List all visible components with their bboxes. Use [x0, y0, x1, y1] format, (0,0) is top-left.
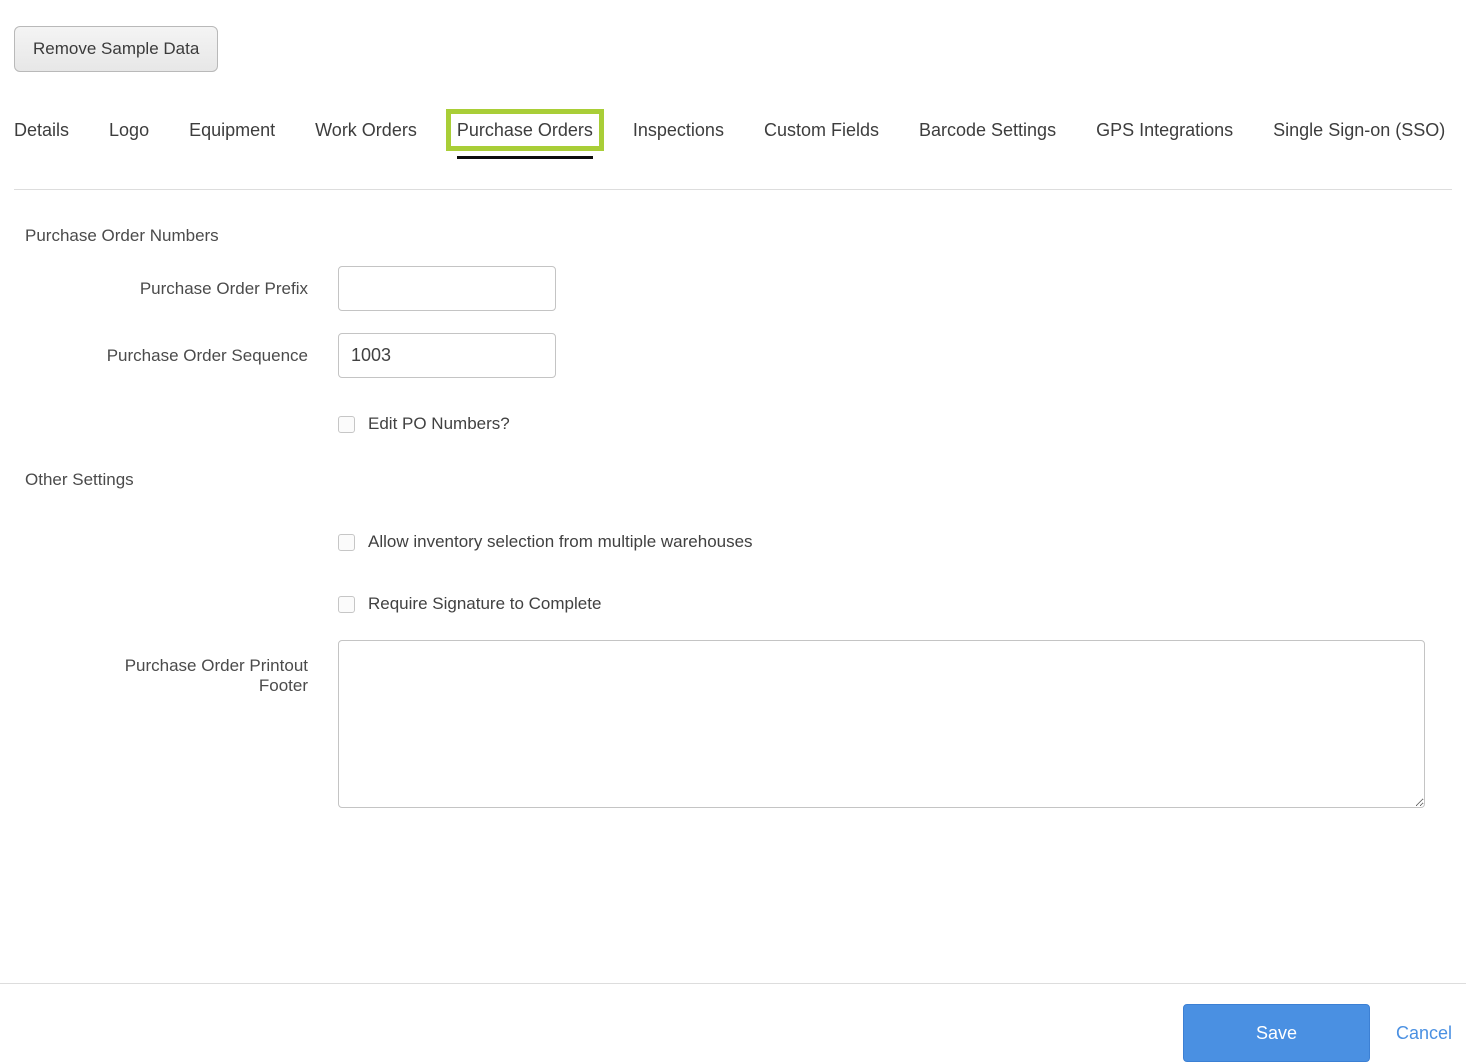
po-sequence-row: Purchase Order Sequence [14, 333, 1452, 378]
settings-page: Remove Sample Data Details Logo Equipmen… [0, 0, 1466, 1062]
save-button[interactable]: Save [1182, 1004, 1370, 1062]
tab-custom-fields[interactable]: Custom Fields [764, 120, 879, 159]
po-prefix-row: Purchase Order Prefix [14, 266, 1452, 311]
printout-footer-row: Purchase Order Printout Footer [14, 640, 1452, 808]
multi-warehouse-label[interactable]: Allow inventory selection from multiple … [368, 532, 753, 552]
po-prefix-input[interactable] [338, 266, 556, 311]
printout-footer-label: Purchase Order Printout Footer [124, 656, 308, 695]
cancel-link[interactable]: Cancel [1396, 1023, 1452, 1044]
printout-footer-textarea[interactable] [338, 640, 1425, 808]
remove-sample-data-button[interactable]: Remove Sample Data [14, 26, 219, 72]
tab-barcode-settings[interactable]: Barcode Settings [919, 120, 1056, 159]
po-sequence-input[interactable] [338, 333, 556, 378]
settings-content: Remove Sample Data Details Logo Equipmen… [0, 0, 1466, 983]
po-sequence-label: Purchase Order Sequence [106, 345, 308, 365]
tab-gps-integrations[interactable]: GPS Integrations [1096, 120, 1233, 159]
section-title-purchase-order-numbers: Purchase Order Numbers [25, 226, 219, 245]
edit-po-numbers-row: Edit PO Numbers? [338, 414, 1452, 434]
tab-equipment[interactable]: Equipment [189, 120, 275, 159]
multi-warehouse-checkbox[interactable] [338, 533, 355, 551]
edit-po-numbers-label[interactable]: Edit PO Numbers? [368, 414, 510, 434]
tab-purchase-orders[interactable]: Purchase Orders [445, 109, 604, 159]
multi-warehouse-row: Allow inventory selection from multiple … [338, 532, 1452, 552]
tabs-divider [14, 189, 1452, 190]
require-signature-row: Require Signature to Complete [338, 594, 1452, 614]
require-signature-checkbox[interactable] [338, 595, 355, 613]
require-signature-label[interactable]: Require Signature to Complete [368, 594, 601, 614]
form-action-bar: Save Cancel [0, 983, 1466, 1062]
po-prefix-label: Purchase Order Prefix [139, 278, 308, 298]
tab-inspections[interactable]: Inspections [633, 120, 724, 159]
tab-single-sign-on[interactable]: Single Sign-on (SSO) [1273, 120, 1445, 159]
tab-details[interactable]: Details [14, 120, 69, 159]
tab-logo[interactable]: Logo [109, 120, 149, 159]
purchase-orders-highlight-box: Purchase Orders [445, 109, 604, 151]
section-title-other-settings: Other Settings [25, 470, 134, 489]
edit-po-numbers-checkbox[interactable] [338, 415, 355, 433]
settings-tabs: Details Logo Equipment Work Orders Purch… [14, 109, 1452, 159]
tab-work-orders[interactable]: Work Orders [315, 120, 417, 159]
